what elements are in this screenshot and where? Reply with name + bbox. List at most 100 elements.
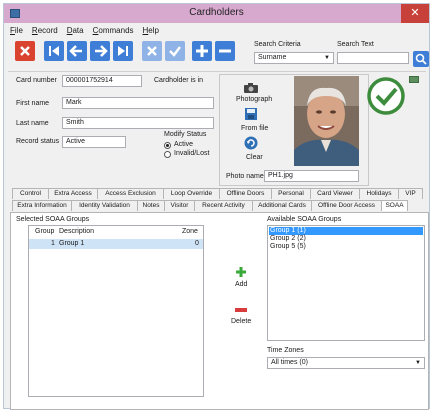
- invalid-radio[interactable]: [164, 151, 171, 158]
- cardholders-window: Cardholders ✕ File Record Data Commands …: [3, 3, 430, 410]
- first-record-icon: [49, 46, 59, 56]
- tab-recent-activity[interactable]: Recent Activity: [194, 200, 253, 211]
- row-description-cell: Group 1: [59, 240, 85, 247]
- search-criteria-select[interactable]: Surname ▼: [254, 52, 334, 64]
- chevron-down-icon: ▼: [324, 55, 330, 61]
- last-record-button[interactable]: [113, 41, 133, 61]
- add-record-button[interactable]: [192, 41, 212, 61]
- toolbar-divider: [8, 71, 426, 72]
- tab-extra-information[interactable]: Extra Information: [12, 200, 72, 211]
- card-number-label: Card number: [16, 77, 57, 84]
- time-zones-select[interactable]: All times (0) ▼: [267, 357, 425, 369]
- row-zone-cell: 0: [195, 240, 199, 247]
- confirm-button[interactable]: [165, 41, 185, 61]
- menu-data[interactable]: Data: [67, 24, 84, 37]
- search-criteria-label: Search Criteria: [254, 41, 301, 48]
- tab-control[interactable]: Control: [12, 188, 49, 199]
- delete-record-icon: [20, 46, 30, 56]
- last-name-label: Last name: [16, 120, 49, 127]
- menu-help[interactable]: Help: [143, 24, 159, 37]
- tab-offline-door-access[interactable]: Offline Door Access: [311, 200, 382, 211]
- time-zones-label: Time Zones: [267, 347, 304, 354]
- list-item[interactable]: Group 1 (1): [270, 227, 306, 234]
- invalid-radio-label: Invalid/Lost: [174, 150, 210, 157]
- selected-groups-grid[interactable]: [28, 225, 204, 397]
- tab-offline-doors[interactable]: Offline Doors: [219, 188, 272, 199]
- tab-identity-validation[interactable]: Identity Validation: [71, 200, 138, 211]
- column-header-zone[interactable]: Zone: [182, 228, 198, 235]
- last-name-field[interactable]: Smith: [62, 117, 214, 129]
- menu-commands[interactable]: Commands: [93, 24, 134, 37]
- window-title: Cardholders: [189, 7, 244, 18]
- previous-record-button[interactable]: [67, 41, 87, 61]
- row-group-cell: 1: [51, 240, 55, 247]
- available-groups-label: Available SOAA Groups: [267, 216, 342, 223]
- tab-soaa[interactable]: SOAA: [381, 200, 408, 211]
- menu-bar: File Record Data Commands Help: [4, 24, 429, 37]
- active-radio-label: Active: [174, 141, 194, 148]
- cancel-button[interactable]: [142, 41, 162, 61]
- cardholder-in-label: Cardholder is in: [154, 77, 204, 84]
- chevron-down-icon: ▼: [415, 360, 421, 366]
- column-header-description[interactable]: Description: [59, 228, 94, 235]
- tab-notes[interactable]: Notes: [137, 200, 165, 211]
- folder-icon: [245, 108, 257, 120]
- clear-icon: [244, 136, 258, 150]
- next-record-icon: [95, 45, 108, 57]
- first-record-button[interactable]: [44, 41, 64, 61]
- tab-loop-override[interactable]: Loop Override: [163, 188, 220, 199]
- delete-label[interactable]: Delete: [231, 318, 251, 325]
- first-name-field[interactable]: Mark: [62, 97, 214, 109]
- record-status-label: Record status: [16, 138, 60, 145]
- modify-status-label: Modify Status: [164, 131, 207, 138]
- list-item[interactable]: Group 2 (2): [270, 235, 306, 242]
- delete-record-button[interactable]: [15, 41, 35, 61]
- add-record-icon: [196, 45, 208, 57]
- from-file-button[interactable]: [244, 107, 258, 121]
- card-number-field[interactable]: 000001752914: [62, 75, 142, 87]
- add-icon: [236, 267, 246, 277]
- clear-label[interactable]: Clear: [246, 154, 263, 161]
- search-button[interactable]: [413, 51, 429, 67]
- clear-button[interactable]: [244, 136, 258, 150]
- delete-button[interactable]: [235, 307, 247, 313]
- close-button[interactable]: ✕: [401, 4, 429, 23]
- from-file-label[interactable]: From file: [241, 125, 268, 132]
- photo-name-field[interactable]: PH1.jpg: [264, 170, 359, 182]
- tab-row-1: Control Extra Access Access Exclusion Lo…: [12, 188, 423, 199]
- active-radio[interactable]: [164, 142, 171, 149]
- add-button[interactable]: [235, 266, 247, 278]
- tab-additional-cards[interactable]: Additional Cards: [252, 200, 312, 211]
- photograph-button[interactable]: [243, 82, 259, 94]
- tab-card-viewer[interactable]: Card Viewer: [310, 188, 360, 199]
- photograph-label[interactable]: Photograph: [236, 96, 272, 103]
- delete-icon: [235, 308, 247, 312]
- tab-holidays[interactable]: Holidays: [359, 188, 399, 199]
- column-header-group[interactable]: Group: [35, 228, 54, 235]
- confirm-icon: [169, 46, 181, 57]
- last-record-icon: [118, 46, 128, 56]
- menu-file[interactable]: File: [10, 24, 23, 37]
- title-bar[interactable]: Cardholders ✕: [4, 4, 429, 23]
- close-icon: ✕: [410, 7, 420, 19]
- search-input[interactable]: [337, 52, 409, 64]
- search-criteria-value: Surname: [258, 54, 287, 61]
- selected-groups-label: Selected SOAA Groups: [16, 216, 90, 223]
- next-record-button[interactable]: [90, 41, 110, 61]
- tab-vip[interactable]: VIP: [398, 188, 423, 199]
- add-label[interactable]: Add: [235, 281, 247, 288]
- remove-record-button[interactable]: [215, 41, 235, 61]
- tab-extra-access[interactable]: Extra Access: [48, 188, 98, 199]
- card-badge-icon: [409, 76, 419, 83]
- valid-status-indicator: [366, 76, 406, 116]
- tab-personal[interactable]: Personal: [271, 188, 311, 199]
- tab-row-2: Extra Information Identity Validation No…: [12, 200, 408, 211]
- list-item[interactable]: Group 5 (5): [270, 243, 306, 250]
- tab-visitor[interactable]: Visitor: [164, 200, 195, 211]
- tab-access-exclusion[interactable]: Access Exclusion: [97, 188, 164, 199]
- search-icon: [415, 53, 427, 65]
- table-row[interactable]: 1 Group 1 0: [29, 239, 203, 249]
- time-zones-value: All times (0): [271, 359, 308, 366]
- menu-record[interactable]: Record: [32, 24, 58, 37]
- valid-check-icon: [367, 77, 405, 115]
